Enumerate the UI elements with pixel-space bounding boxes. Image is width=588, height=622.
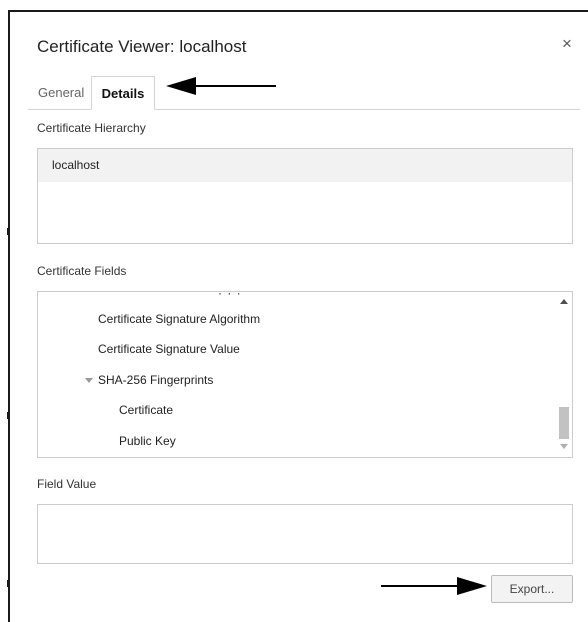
field-item-signature-value[interactable]: Certificate Signature Value <box>98 342 240 356</box>
scroll-thumb[interactable] <box>559 407 569 439</box>
arrow-head <box>457 577 487 595</box>
field-value-box[interactable] <box>37 504 573 564</box>
scroll-up-icon[interactable] <box>560 299 568 304</box>
export-button[interactable]: Export... <box>491 575 573 603</box>
field-value-label: Field Value <box>37 477 97 491</box>
close-icon[interactable]: × <box>557 34 577 54</box>
scroll-down-icon[interactable] <box>560 444 568 449</box>
field-item-fingerprint-public-key[interactable]: Public Key <box>119 434 176 448</box>
partial-field-row: · · · <box>218 291 242 300</box>
annotation-arrow-right-icon <box>381 577 487 595</box>
expand-triangle-icon[interactable] <box>85 378 93 384</box>
field-item-signature-algorithm[interactable]: Certificate Signature Algorithm <box>98 312 260 326</box>
arrow-shaft <box>188 85 276 87</box>
certificate-viewer-dialog: Certificate Viewer: localhost × General … <box>10 12 588 622</box>
tab-general[interactable]: General <box>28 76 90 110</box>
tab-details[interactable]: Details <box>91 76 155 110</box>
field-item-fingerprint-certificate[interactable]: Certificate <box>119 403 173 417</box>
certificate-fields-label: Certificate Fields <box>37 264 127 278</box>
arrow-shaft <box>381 585 463 587</box>
certificate-hierarchy-label: Certificate Hierarchy <box>37 121 146 135</box>
dialog-title: Certificate Viewer: localhost <box>37 37 247 56</box>
field-item-label: SHA-256 Fingerprints <box>98 373 214 387</box>
fields-scrollbar[interactable] <box>556 292 572 457</box>
field-item-sha256-fingerprints[interactable]: SHA-256 Fingerprints <box>85 373 213 387</box>
certificate-hierarchy-list[interactable]: localhost <box>37 148 573 244</box>
hierarchy-item-localhost[interactable]: localhost <box>38 149 572 182</box>
annotation-arrow-left-icon <box>166 77 278 95</box>
certificate-fields-tree[interactable]: · · · Certificate Signature Algorithm Ce… <box>37 291 573 458</box>
